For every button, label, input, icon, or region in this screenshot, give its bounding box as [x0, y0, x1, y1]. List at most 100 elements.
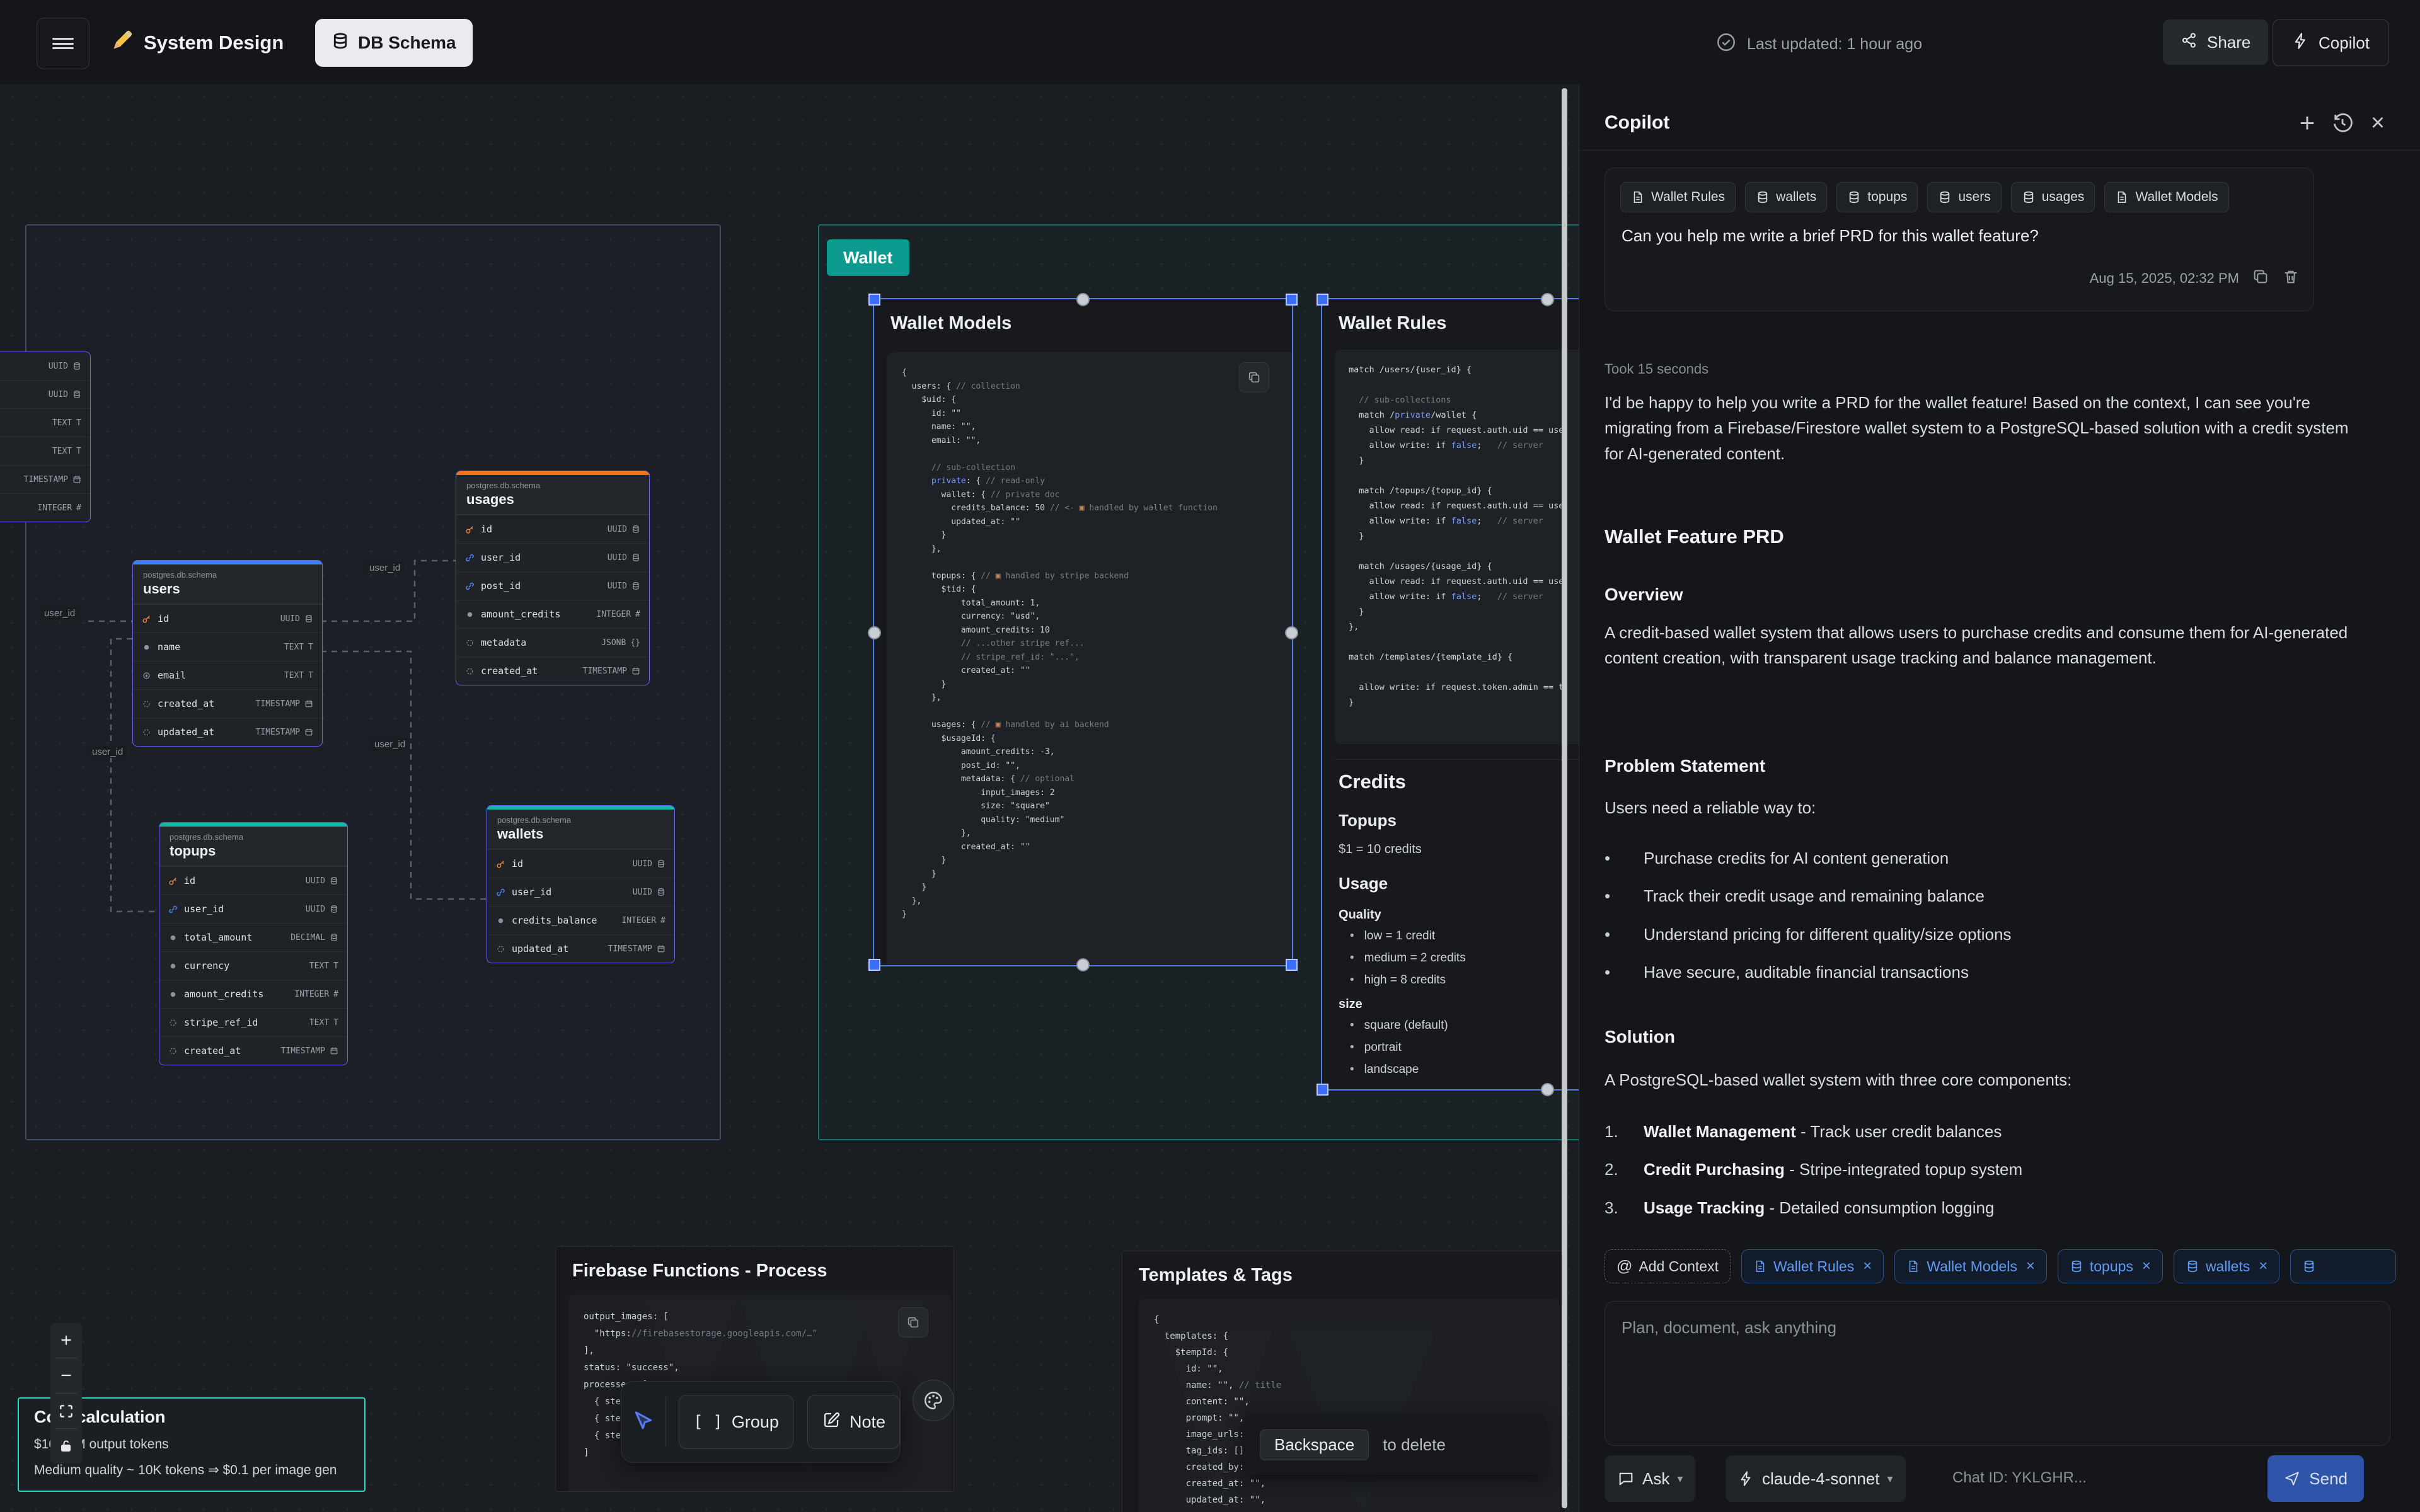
table-topups[interactable]: postgres.db.schematopupsidUUIDuser_idUUI…: [159, 822, 348, 1065]
nullable-icon: [142, 699, 151, 709]
table-row[interactable]: user_idUUID: [159, 895, 347, 923]
table-header[interactable]: postgres.db.schemawallets: [487, 810, 674, 849]
zoom-fit-button[interactable]: [50, 1394, 82, 1428]
table-row[interactable]: nameTEXTT: [133, 633, 322, 661]
context-chip-partial[interactable]: [2290, 1249, 2396, 1283]
add-context-button[interactable]: @Add Context: [1605, 1249, 1731, 1283]
table-users[interactable]: postgres.db.schemausersidUUIDnameTEXTTem…: [132, 560, 323, 747]
lock-button[interactable]: [50, 1429, 82, 1463]
not-null-icon: [465, 610, 475, 619]
remove-chip-icon[interactable]: ×: [1863, 1257, 1872, 1275]
select-tool[interactable]: [621, 1409, 666, 1435]
table-row[interactable]: credits_balanceINTEGER#: [487, 906, 674, 934]
table-row[interactable]: total_amountDECIMAL: [159, 923, 347, 951]
selection-handle[interactable]: [1317, 294, 1328, 306]
table-row[interactable]: updated_atTIMESTAMP: [487, 934, 674, 963]
style-palette-button[interactable]: [913, 1380, 954, 1421]
zoom-out-button[interactable]: −: [50, 1358, 82, 1393]
selection-handle[interactable]: [1541, 293, 1554, 306]
table-row[interactable]: amount_creditsINTEGER#: [159, 980, 347, 1008]
canvas-scrollbar[interactable]: [1562, 88, 1567, 1508]
table-row[interactable]: UUID: [0, 352, 90, 380]
table-row[interactable]: metadataJSONB{}: [456, 628, 649, 656]
table-row[interactable]: TIMESTAMP: [0, 465, 90, 493]
copy-icon[interactable]: [1239, 362, 1269, 392]
chat-input[interactable]: Plan, document, ask anything: [1605, 1301, 2390, 1446]
model-select[interactable]: claude-4-sonnet▾: [1726, 1455, 1906, 1502]
note-button[interactable]: Note: [807, 1395, 900, 1449]
selection-handle[interactable]: [1076, 958, 1090, 971]
table-row[interactable]: UUID: [0, 380, 90, 408]
table-row[interactable]: TEXTT: [0, 408, 90, 437]
context-chip[interactable]: wallets: [1745, 182, 1827, 212]
remove-chip-icon[interactable]: ×: [2142, 1257, 2151, 1275]
table-wallets[interactable]: postgres.db.schemawalletsidUUIDuser_idUU…: [487, 805, 675, 963]
table-row[interactable]: created_atTIMESTAMP: [133, 689, 322, 718]
selection-handle[interactable]: [1286, 294, 1298, 306]
menu-button[interactable]: [37, 18, 89, 69]
table-row[interactable]: stripe_ref_idTEXTT: [159, 1008, 347, 1036]
table-row[interactable]: INTEGER#: [0, 493, 90, 522]
table-row[interactable]: updated_atTIMESTAMP: [133, 718, 322, 746]
chip-label: wallets: [2206, 1258, 2250, 1275]
field-name: id: [158, 613, 274, 624]
table-row[interactable]: post_idUUID: [456, 571, 649, 600]
table-header[interactable]: postgres.db.schemausers: [133, 564, 322, 604]
selection-handle[interactable]: [868, 626, 881, 639]
close-icon[interactable]: ×: [2360, 105, 2395, 140]
table-row[interactable]: idUUID: [159, 866, 347, 895]
table-row[interactable]: emailTEXTT: [133, 661, 322, 689]
copilot-panel-title: Copilot: [1605, 112, 1669, 134]
context-chip[interactable]: Wallet Models×: [1894, 1249, 2047, 1283]
context-chip[interactable]: topups×: [2058, 1249, 2163, 1283]
code-line: templates: {: [1154, 1328, 1545, 1344]
selection-handle[interactable]: [1285, 626, 1298, 639]
selection-handle[interactable]: [868, 294, 880, 306]
selection-handle[interactable]: [1286, 959, 1298, 971]
table-row[interactable]: idUUID: [487, 849, 674, 878]
copy-icon[interactable]: [2252, 268, 2269, 289]
text-type-icon: T: [308, 671, 313, 680]
group-button[interactable]: [ ] Group: [679, 1395, 793, 1449]
context-chip[interactable]: usages: [2011, 182, 2095, 212]
table-header[interactable]: postgres.db.schemausages: [456, 475, 649, 515]
delete-icon[interactable]: [2282, 268, 2300, 289]
context-chip[interactable]: Wallet Models: [2104, 182, 2228, 212]
tab-db-schema[interactable]: DB Schema: [315, 19, 473, 67]
table-row[interactable]: TEXTT: [0, 437, 90, 465]
context-chip[interactable]: users: [1927, 182, 2001, 212]
table-row[interactable]: idUUID: [456, 515, 649, 543]
history-button[interactable]: [2325, 105, 2360, 140]
table-row[interactable]: created_atTIMESTAMP: [159, 1036, 347, 1065]
table-row[interactable]: currencyTEXTT: [159, 951, 347, 980]
table-row[interactable]: user_idUUID: [456, 543, 649, 571]
share-button[interactable]: Share: [2163, 20, 2268, 65]
table-name: usages: [466, 491, 639, 508]
remove-chip-icon[interactable]: ×: [2026, 1257, 2035, 1275]
table-row[interactable]: created_atTIMESTAMP: [456, 656, 649, 685]
table-row[interactable]: user_idUUID: [487, 878, 674, 906]
table-row[interactable]: idUUID: [133, 604, 322, 633]
code-line: currency: "usd",: [902, 610, 1293, 624]
context-chip[interactable]: wallets ×: [2174, 1249, 2279, 1283]
copilot-button[interactable]: Copilot: [2273, 20, 2389, 66]
table-usages[interactable]: postgres.db.schemausagesidUUIDuser_idUUI…: [456, 471, 650, 685]
selection-handle[interactable]: [1317, 1084, 1328, 1096]
selection-handle[interactable]: [1076, 293, 1090, 306]
table-header[interactable]: postgres.db.schematopups: [159, 827, 347, 866]
selection-handle[interactable]: [868, 959, 880, 971]
table-row[interactable]: amount_creditsINTEGER#: [456, 600, 649, 628]
context-chip[interactable]: topups: [1836, 182, 1918, 212]
group-label-wallet[interactable]: Wallet: [827, 239, 909, 276]
selection-handle[interactable]: [1541, 1083, 1554, 1096]
table-fragment[interactable]: UUIDUUIDTEXTTTEXTTTIMESTAMPINTEGER#: [0, 352, 91, 522]
copy-icon[interactable]: [898, 1307, 928, 1337]
wallet-models-block[interactable]: Wallet Models { users: { // collection $…: [873, 298, 1293, 966]
context-chip[interactable]: Wallet Rules: [1620, 182, 1736, 212]
zoom-in-button[interactable]: +: [50, 1323, 82, 1358]
new-chat-button[interactable]: +: [2290, 105, 2325, 140]
mode-select[interactable]: Ask▾: [1605, 1455, 1695, 1502]
send-button[interactable]: Send: [2267, 1455, 2364, 1502]
context-chip[interactable]: Wallet Rules×: [1741, 1249, 1884, 1283]
remove-chip-icon[interactable]: ×: [2259, 1257, 2267, 1275]
